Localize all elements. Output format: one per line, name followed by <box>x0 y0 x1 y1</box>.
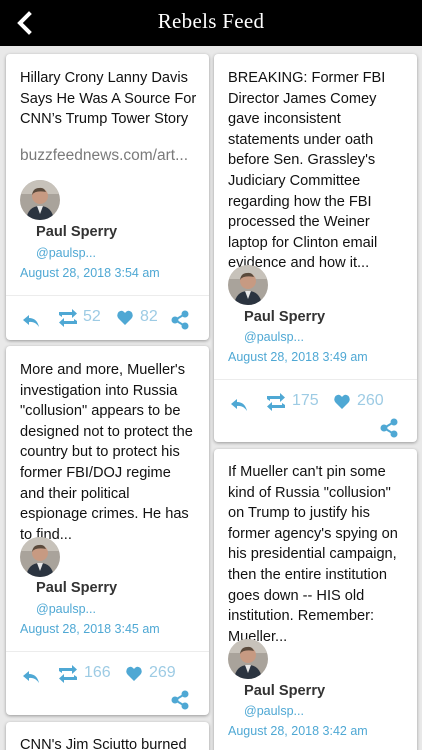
heart-icon[interactable] <box>334 394 350 409</box>
author-handle[interactable]: @paulsp... <box>244 330 304 344</box>
post-card[interactable]: If Mueller can't pin some kind of Russia… <box>214 449 417 750</box>
divider <box>6 295 209 296</box>
post-text: BREAKING: Former FBI Director James Come… <box>228 70 386 272</box>
author-name: Paul Sperry <box>36 224 118 240</box>
reply-icon[interactable] <box>230 398 248 412</box>
retweet-icon[interactable] <box>56 665 80 683</box>
post-date: August 28, 2018 3:42 am <box>228 724 368 738</box>
post-text: If Mueller can't pin some kind of Russia… <box>228 464 398 645</box>
like-count: 82 <box>140 308 158 325</box>
author-handle[interactable]: @paulsp... <box>244 704 304 718</box>
page-title: Rebels Feed <box>157 9 265 33</box>
author-handle[interactable]: @paulsp... <box>36 246 96 260</box>
post-text: Hillary Crony Lanny Davis Says He Was A … <box>20 70 197 128</box>
retweet-count: 175 <box>292 392 319 409</box>
divider <box>214 379 417 380</box>
retweet-count: 52 <box>83 308 101 325</box>
share-icon[interactable] <box>170 310 190 330</box>
author-name: Paul Sperry <box>36 580 118 596</box>
post-card[interactable]: CNN's Jim Sciutto burned <box>6 722 209 750</box>
author-name: Paul Sperry <box>244 683 326 699</box>
app-header: Rebels Feed <box>0 0 422 46</box>
post-card[interactable]: Hillary Crony Lanny Davis Says He Was A … <box>6 54 209 340</box>
post-date: August 28, 2018 3:49 am <box>228 350 368 364</box>
reply-icon[interactable] <box>22 314 40 328</box>
like-count: 269 <box>149 664 176 681</box>
author-handle[interactable]: @paulsp... <box>36 602 96 616</box>
post-link[interactable]: buzzfeednews.com/art... <box>20 147 188 165</box>
post-date: August 28, 2018 3:45 am <box>20 622 160 636</box>
retweet-icon[interactable] <box>264 393 288 411</box>
reply-icon[interactable] <box>22 670 40 684</box>
like-count: 260 <box>357 392 384 409</box>
post-text: More and more, Mueller's investigation i… <box>20 362 193 543</box>
post-card[interactable]: More and more, Mueller's investigation i… <box>6 346 209 715</box>
post-card[interactable]: BREAKING: Former FBI Director James Come… <box>214 54 417 442</box>
author-name: Paul Sperry <box>244 309 326 325</box>
avatar <box>228 639 268 679</box>
retweet-count: 166 <box>84 664 111 681</box>
retweet-icon[interactable] <box>56 309 80 327</box>
post-text: CNN's Jim Sciutto burned <box>20 737 187 750</box>
divider <box>6 651 209 652</box>
share-icon[interactable] <box>170 690 190 710</box>
avatar <box>228 265 268 305</box>
post-date: August 28, 2018 3:54 am <box>20 266 160 280</box>
avatar <box>20 537 60 577</box>
share-icon[interactable] <box>379 418 399 438</box>
heart-icon[interactable] <box>126 666 142 681</box>
avatar <box>20 180 60 220</box>
heart-icon[interactable] <box>117 310 133 325</box>
